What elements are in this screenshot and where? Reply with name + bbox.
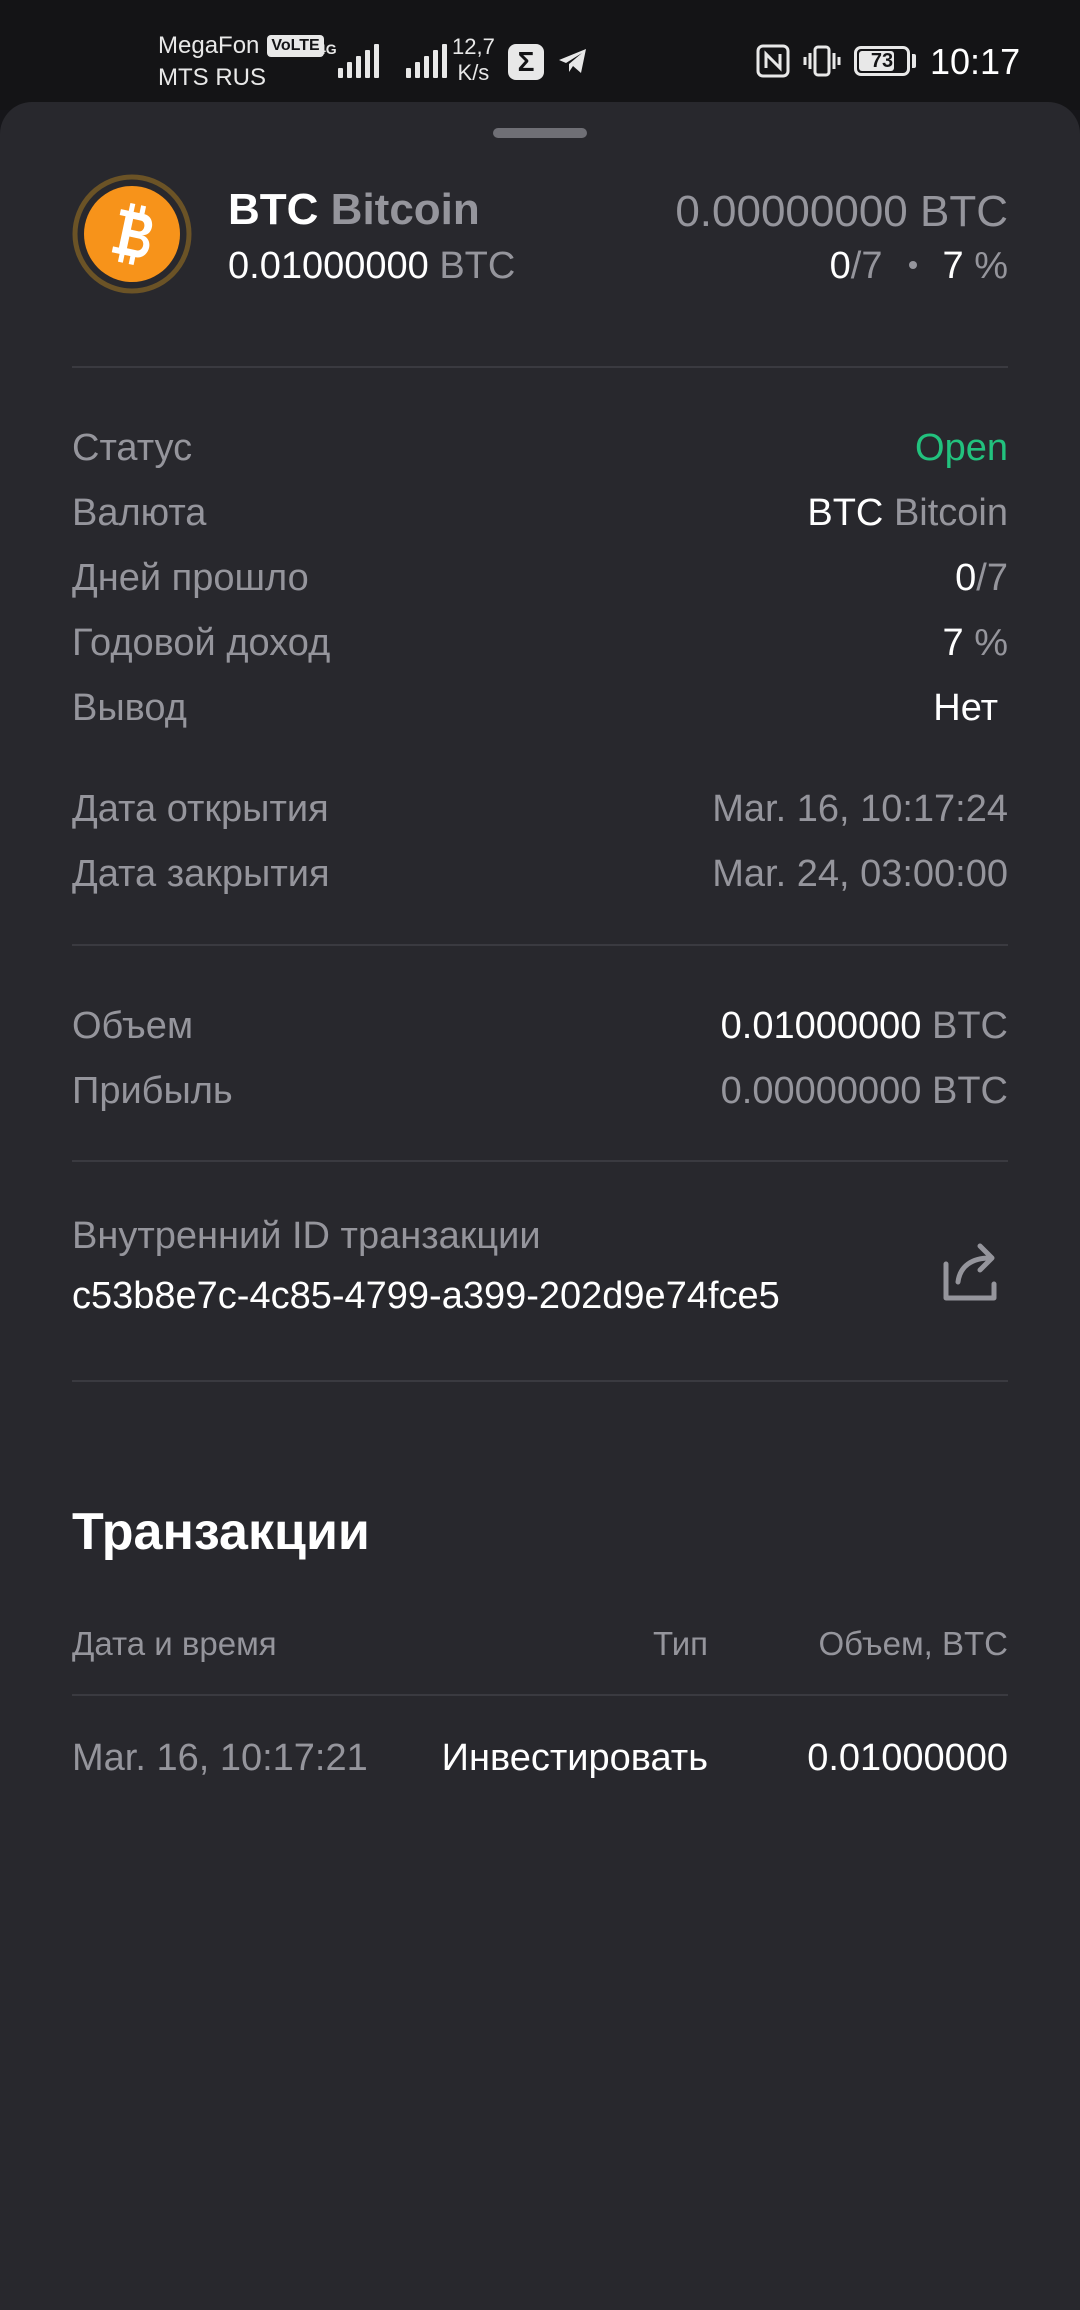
volume-label: Объем: [72, 1005, 194, 1047]
column-header-type: Тип: [652, 1625, 708, 1662]
deposit-amount-value: 0.01000000: [228, 245, 429, 287]
open-date-value: Mar. 16, 10:17:24: [712, 788, 1008, 830]
table-row[interactable]: Mar. 16, 10:17:21 Инвестировать 0.010000…: [72, 1730, 1008, 1786]
carrier-info: MegaFon VoLTE MTS RUS: [158, 30, 324, 94]
battery-cap: [912, 54, 916, 68]
volume-amount: 0.01000000: [720, 1005, 922, 1047]
coin-name: Bitcoin: [330, 185, 480, 234]
nfc-icon: [756, 44, 790, 78]
transaction-id-label: Внутренний ID транзакции: [72, 1215, 541, 1257]
status-row: Статус Open: [72, 420, 1008, 476]
network-speed-unit: K/s: [457, 60, 490, 85]
days-total: /7: [850, 245, 883, 287]
days-label: Дней прошло: [72, 557, 309, 599]
volte-badge: VoLTE: [267, 35, 324, 57]
withdraw-row: Вывод Нет: [72, 680, 1008, 736]
close-date-label: Дата закрытия: [72, 853, 330, 895]
deposit-amount-unit: BTC: [439, 245, 516, 287]
column-header-date: Дата и время: [72, 1625, 277, 1662]
profit-value: 0.00000000 BTC: [720, 1070, 1008, 1112]
battery-level: 73: [870, 50, 894, 72]
profit-label: Прибыль: [72, 1070, 233, 1112]
separator-dot: [908, 260, 917, 269]
signal-strength-icon-2: [406, 38, 447, 78]
currency-ticker: BTC: [807, 492, 884, 534]
coin-ticker: BTC: [228, 185, 319, 234]
network-type-label: 4G: [318, 41, 337, 57]
status-value: Open: [915, 427, 1008, 469]
transaction-id-value[interactable]: c53b8e7c-4c85-4799-a399-202d9e74fce5: [72, 1270, 780, 1322]
network-speed: 12,7 K/s: [452, 34, 495, 86]
status-bar: MegaFon VoLTE MTS RUS 4G 12,7 K/s Σ 73 1…: [0, 0, 1080, 110]
days-total-value: /7: [976, 557, 1008, 599]
earned-balance: 0.00000000 BTC: [675, 187, 1008, 236]
drag-handle[interactable]: [493, 128, 587, 138]
open-date-row: Дата открытия Mar. 16, 10:17:24: [72, 781, 1008, 837]
profit-row: Прибыль 0.00000000 BTC: [72, 1063, 1008, 1119]
row-date: Mar. 16, 10:17:21: [72, 1737, 368, 1779]
telegram-icon: [559, 49, 586, 73]
battery-icon: 73: [854, 46, 910, 76]
apy-number: 7: [942, 622, 964, 664]
rate-value: 7: [942, 245, 964, 287]
transactions-table-header: Дата и время Тип Объем, BTC: [72, 1622, 1008, 1666]
rate-unit: %: [974, 245, 1008, 287]
vibrate-icon: [803, 45, 841, 77]
withdraw-value: Нет: [933, 687, 998, 729]
days-passed: 0: [829, 245, 851, 287]
volume-row: Объем 0.01000000 BTC: [72, 998, 1008, 1054]
apy-label: Годовой доход: [72, 622, 331, 664]
transactions-title: Транзакции: [72, 1503, 370, 1561]
row-volume: 0.01000000: [807, 1737, 1008, 1779]
divider: [72, 1380, 1008, 1382]
divider: [72, 366, 1008, 368]
coin-title: BTC Bitcoin: [228, 182, 480, 238]
currency-value: BTC Bitcoin: [807, 485, 1008, 541]
days-passed-value: 0: [955, 557, 977, 599]
network-speed-value: 12,7: [452, 34, 495, 59]
status-label: Статус: [72, 427, 193, 469]
sigma-app-icon: Σ: [508, 44, 544, 80]
clock: 10:17: [930, 41, 1021, 82]
column-header-volume: Объем, BTC: [818, 1625, 1008, 1662]
divider: [72, 944, 1008, 946]
apy-row: Годовой доход 7 %: [72, 615, 1008, 671]
carrier-1-label: MegaFon: [158, 32, 260, 59]
currency-row: Валюта BTC Bitcoin: [72, 485, 1008, 541]
deposit-details-sheet: BTC Bitcoin 0.01000000 BTC 0.00000000 BT…: [0, 102, 1080, 2310]
share-icon[interactable]: [934, 1236, 1006, 1308]
volume-value: 0.01000000 BTC: [721, 998, 1008, 1054]
term-progress-summary: 0/7 7 %: [830, 242, 1008, 290]
divider: [72, 1694, 1008, 1696]
apy-unit: %: [974, 622, 1008, 664]
days-row: Дней прошло 0/7: [72, 550, 1008, 606]
carrier-2-label: MTS RUS: [158, 64, 266, 91]
days-value: 0/7: [955, 550, 1008, 606]
apy-value: 7 %: [943, 615, 1009, 671]
open-date-label: Дата открытия: [72, 788, 329, 830]
volume-unit: BTC: [932, 1005, 1008, 1047]
divider: [72, 1160, 1008, 1162]
currency-label: Валюта: [72, 492, 207, 534]
withdraw-label: Вывод: [72, 687, 187, 729]
currency-name: Bitcoin: [893, 492, 1008, 534]
deposit-amount: 0.01000000 BTC: [228, 242, 515, 290]
close-date-row: Дата закрытия Mar. 24, 03:00:00: [72, 846, 1008, 902]
row-type: Инвестировать: [441, 1737, 708, 1779]
bitcoin-icon: [72, 174, 192, 294]
close-date-value: Mar. 24, 03:00:00: [712, 853, 1008, 895]
signal-strength-icon-1: [338, 38, 379, 78]
